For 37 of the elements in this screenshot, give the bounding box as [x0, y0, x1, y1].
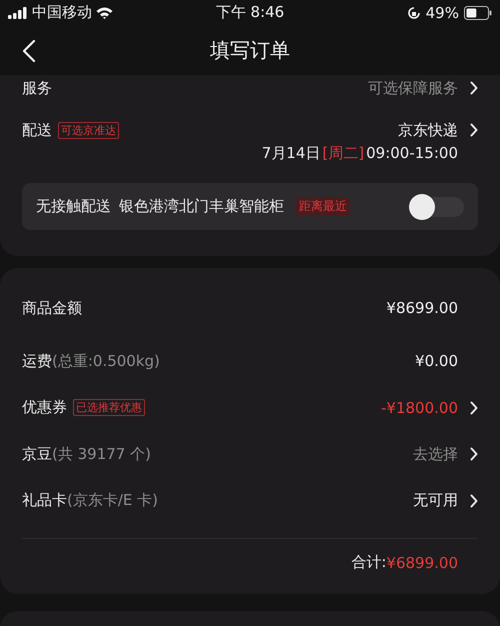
signal-icon: [8, 6, 28, 18]
nearest-tag: 距离最近: [296, 197, 350, 216]
back-icon[interactable]: [22, 39, 36, 63]
summary-value: ¥8699.00: [386, 299, 458, 317]
battery-icon: [464, 6, 492, 20]
delivery-method[interactable]: 京东快递: [398, 120, 458, 140]
summary-value[interactable]: 去选择: [413, 444, 458, 464]
service-value[interactable]: 可选保障服务: [368, 78, 458, 98]
wifi-icon: [96, 6, 113, 18]
summary-label: 商品金额: [22, 298, 82, 318]
total-label: 合计:: [351, 553, 386, 572]
contactless-label: 无接触配送: [36, 197, 111, 216]
locker-location: 银色港湾北门丰巢智能柜: [119, 197, 284, 216]
summary-value[interactable]: 无可用: [413, 491, 458, 510]
summary-value[interactable]: -¥1800.00: [381, 398, 458, 417]
page-title: 填写订单: [210, 36, 290, 64]
summary-label: 京豆: [22, 444, 52, 464]
summary-label: 礼品卡: [22, 491, 67, 510]
contactless-toggle[interactable]: [410, 196, 464, 216]
delivery-tag: 可选京准达: [58, 122, 119, 138]
delivery-time: 09:00-15:00: [366, 144, 458, 163]
battery-percent: 49%: [426, 4, 459, 22]
summary-note: (总重:0.500kg): [52, 352, 160, 371]
summary-label: 优惠券: [22, 398, 67, 418]
rotation-lock-icon: [406, 6, 421, 20]
delivery-label: 配送: [22, 120, 52, 140]
delivery-weekday: [周二]: [322, 144, 364, 163]
carrier-name: 中国移动: [32, 3, 92, 22]
total-amount: ¥6899.00: [386, 554, 458, 572]
delivery-date: 7月14日: [262, 144, 320, 163]
summary-note: (京东卡/E 卡): [67, 491, 158, 510]
service-label: 服务: [22, 78, 52, 98]
summary-value: ¥0.00: [415, 352, 458, 370]
summary-tag: 已选推荐优惠: [73, 399, 145, 416]
summary-note: (共 39177 个): [52, 444, 151, 464]
clock-time: 下午 8:46: [216, 3, 284, 21]
summary-label: 运费: [22, 352, 52, 371]
